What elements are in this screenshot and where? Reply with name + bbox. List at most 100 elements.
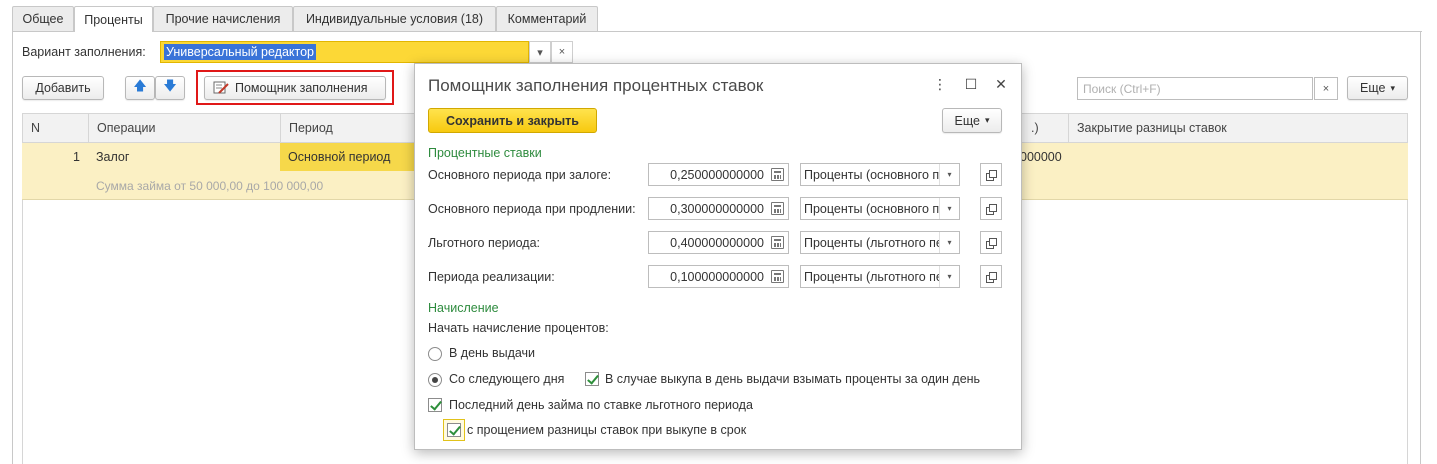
accrual-start-label: Начать начисление процентов: [428, 321, 609, 335]
tab-label: Прочие начисления [165, 12, 281, 26]
arrow-down-icon: 🡇 [163, 78, 177, 93]
rate-input-realization[interactable]: 0,100000000000 [648, 265, 789, 288]
more-button-label: Еще [1360, 81, 1386, 95]
chevron-down-icon: ▾ [537, 46, 543, 59]
variant-select[interactable]: Универсальный редактор [160, 41, 529, 63]
save-and-close-button[interactable]: Сохранить и закрыть [428, 108, 597, 133]
dialog-menu-button[interactable]: ⋮ [930, 74, 950, 94]
column-header-n[interactable]: N [23, 114, 89, 142]
tab-label: Индивидуальные условия (18) [305, 12, 484, 26]
fill-helper-dialog: Помощник заполнения процентных ставок ⋮ … [414, 63, 1022, 450]
account-select-grace[interactable]: Проценты (льготного пери ▾ [800, 231, 960, 254]
tab-individual-conditions[interactable]: Индивидуальные условия (18) [293, 6, 496, 31]
account-open-button[interactable] [980, 265, 1002, 288]
more-button[interactable]: Еще ▾ [1347, 76, 1408, 100]
checkbox-forgive-rate-diff-label: с прощением разницы ставок при выкупе в … [467, 423, 747, 437]
radio-next-day[interactable] [428, 373, 442, 387]
account-select-realization[interactable]: Проценты (льготного пери ▾ [800, 265, 960, 288]
variant-label: Вариант заполнения: [22, 45, 146, 59]
tab-other-charges[interactable]: Прочие начисления [153, 6, 293, 31]
calculator-icon[interactable] [771, 168, 784, 181]
variant-dropdown-button[interactable]: ▾ [529, 41, 551, 63]
tab-label: Комментарий [507, 12, 587, 26]
account-value: Проценты (основного пер [804, 201, 954, 216]
checkbox-last-day-grace[interactable] [428, 398, 442, 412]
column-header-operations[interactable]: Операции [89, 114, 281, 142]
dialog-close-button[interactable]: ✕ [991, 74, 1011, 94]
chevron-down-icon[interactable]: ▾ [939, 164, 959, 185]
open-icon [986, 203, 997, 215]
account-value: Проценты (основного пер [804, 167, 954, 182]
dialog-more-button[interactable]: Еще ▾ [942, 108, 1002, 133]
search-placeholder: Поиск (Ctrl+F) [1083, 81, 1161, 96]
move-up-button[interactable]: 🡅 [125, 76, 155, 100]
more-vertical-icon: ⋮ [933, 75, 947, 92]
calculator-icon[interactable] [771, 202, 784, 215]
move-down-button[interactable]: 🡇 [155, 76, 185, 100]
account-select-main-pledge[interactable]: Проценты (основного пер ▾ [800, 163, 960, 186]
account-value: Проценты (льготного пери [804, 269, 957, 284]
chevron-down-icon[interactable]: ▾ [939, 232, 959, 253]
tab-general[interactable]: Общее [12, 6, 74, 31]
tabs-divider [12, 31, 1422, 32]
tab-interest[interactable]: Проценты [74, 6, 153, 32]
close-icon: ✕ [995, 75, 1007, 92]
chevron-down-icon: ▾ [984, 115, 990, 125]
variant-clear-button[interactable]: × [551, 41, 573, 63]
row-value: 000000 [1020, 150, 1062, 164]
account-value: Проценты (льготного пери [804, 235, 957, 250]
rates-section-title: Процентные ставки [428, 146, 542, 160]
row-period[interactable]: Основной период [280, 143, 420, 171]
row-number: 1 [73, 150, 80, 164]
checkbox-last-day-grace-label: Последний день займа по ставке льготного… [449, 398, 753, 412]
chevron-down-icon[interactable]: ▾ [939, 198, 959, 219]
checkbox-buyout-same-day[interactable] [585, 372, 599, 386]
row-operation: Залог [96, 150, 130, 164]
maximize-icon: ☐ [964, 75, 978, 92]
calculator-icon[interactable] [771, 270, 784, 283]
chevron-down-icon[interactable]: ▾ [939, 266, 959, 287]
rate-value: 0,300000000000 [670, 201, 764, 216]
rate-label-realization: Периода реализации: [428, 270, 555, 284]
frame-border-left [12, 31, 13, 464]
add-button-label: Добавить [35, 81, 91, 95]
search-input[interactable]: Поиск (Ctrl+F) [1077, 77, 1313, 100]
dialog-more-label: Еще [954, 113, 980, 128]
rate-input-grace[interactable]: 0,400000000000 [648, 231, 789, 254]
search-clear-button[interactable]: × [1314, 77, 1338, 100]
radio-next-day-label: Со следующего дня [449, 372, 565, 386]
open-icon [986, 271, 997, 283]
rate-input-main-extension[interactable]: 0,300000000000 [648, 197, 789, 220]
tab-label: Проценты [84, 12, 143, 27]
checkbox-forgive-rate-diff[interactable] [447, 423, 461, 437]
tab-label: Общее [22, 12, 64, 26]
account-open-button[interactable] [980, 163, 1002, 186]
column-header-period[interactable]: Период [281, 114, 421, 142]
frame-border-right [1420, 31, 1421, 464]
rate-value: 0,250000000000 [670, 167, 764, 182]
close-icon: × [1322, 82, 1330, 95]
chevron-down-icon: ▾ [1390, 82, 1395, 93]
dialog-title: Помощник заполнения процентных ставок [428, 76, 764, 95]
rate-label-grace: Льготного периода: [428, 236, 541, 250]
arrow-up-icon: 🡅 [133, 78, 147, 93]
accrual-section-title: Начисление [428, 301, 499, 315]
column-header-rate-diff[interactable]: Закрытие разницы ставок [1069, 114, 1407, 142]
rate-value: 0,100000000000 [670, 269, 764, 284]
add-button[interactable]: Добавить [22, 76, 104, 100]
rate-label-main-pledge: Основного периода при залоге: [428, 168, 612, 182]
tab-comment[interactable]: Комментарий [496, 6, 598, 31]
checkbox-buyout-same-day-label: В случае выкупа в день выдачи взымать пр… [605, 372, 981, 386]
dialog-maximize-button[interactable]: ☐ [961, 74, 981, 94]
save-and-close-label: Сохранить и закрыть [446, 113, 579, 128]
rate-value: 0,400000000000 [670, 235, 764, 250]
close-icon: × [558, 46, 566, 58]
account-open-button[interactable] [980, 231, 1002, 254]
calculator-icon[interactable] [771, 236, 784, 249]
account-open-button[interactable] [980, 197, 1002, 220]
column-header-partial[interactable]: .) [1021, 114, 1069, 142]
rate-input-main-pledge[interactable]: 0,250000000000 [648, 163, 789, 186]
row-note: Сумма займа от 50 000,00 до 100 000,00 [96, 178, 324, 193]
account-select-main-extension[interactable]: Проценты (основного пер ▾ [800, 197, 960, 220]
radio-issue-day[interactable] [428, 347, 442, 361]
